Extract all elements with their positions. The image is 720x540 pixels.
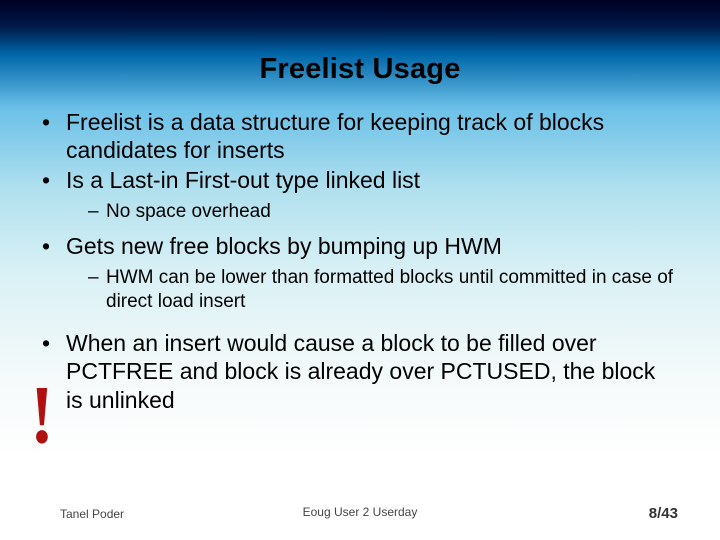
footer-page-number: 8/43 bbox=[649, 505, 678, 522]
footer-author: Tanel Poder bbox=[60, 507, 124, 521]
bullet-text: Gets new free blocks by bumping up HWM bbox=[66, 233, 502, 259]
bullet-item: When an insert would cause a block to be… bbox=[42, 329, 678, 413]
sub-bullet-item: HWM can be lower than formatted blocks u… bbox=[66, 266, 678, 314]
sub-bullet-item: No space overhead bbox=[66, 200, 678, 224]
footer-event: Eoug User 2 Userday bbox=[303, 505, 418, 519]
slide-footer: Tanel Poder Eoug User 2 Userday 8/43 bbox=[0, 505, 720, 522]
bullet-item: Is a Last-in First-out type linked list … bbox=[42, 166, 678, 224]
bullet-item: Freelist is a data structure for keeping… bbox=[42, 108, 678, 164]
slide-title: Freelist Usage bbox=[0, 0, 720, 86]
attention-icon: ! bbox=[30, 391, 54, 441]
bullet-item: Gets new free blocks by bumping up HWM H… bbox=[42, 232, 678, 314]
bullet-text: Is a Last-in First-out type linked list bbox=[66, 167, 420, 193]
slide-body: Freelist is a data structure for keeping… bbox=[0, 86, 720, 414]
